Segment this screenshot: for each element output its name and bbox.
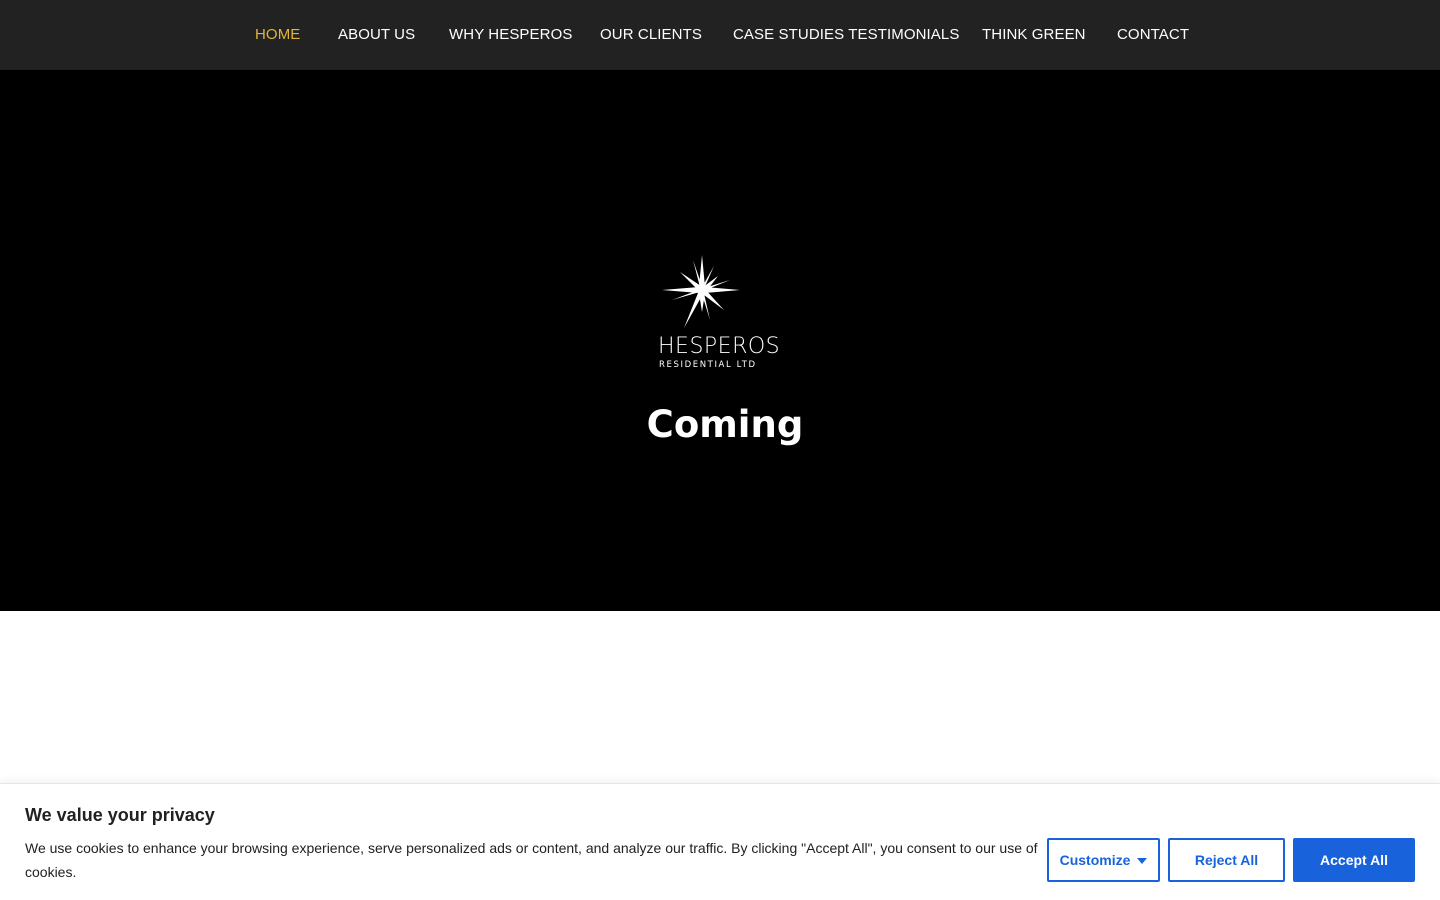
cookie-description: We use cookies to enhance your browsing … xyxy=(25,840,1038,880)
customize-button[interactable]: Customize xyxy=(1047,838,1160,882)
customize-button-label: Customize xyxy=(1059,852,1131,868)
nav-item-case-studies-testimonials[interactable]: CASE STUDIES TESTIMONIALS xyxy=(733,25,959,45)
nav-item-home[interactable]: HOME xyxy=(255,25,300,45)
cookie-consent-banner: We value your privacy We use cookies to … xyxy=(0,783,1440,900)
hero-section: HESPEROS RESIDENTIAL LTD Coming xyxy=(0,70,1440,611)
cookie-title: We value your privacy xyxy=(25,805,215,825)
star-burst-icon xyxy=(662,255,740,328)
nav-item-about-us[interactable]: ABOUT US xyxy=(338,25,415,45)
caret-down-icon xyxy=(1137,858,1148,864)
nav-item-contact[interactable]: CONTACT xyxy=(1117,25,1189,45)
nav-item-our-clients[interactable]: OUR CLIENTS xyxy=(600,25,702,45)
hero-title: Coming xyxy=(646,403,804,446)
accept-all-button[interactable]: Accept All xyxy=(1293,838,1415,882)
top-navigation: HOME ABOUT US WHY HESPEROS OUR CLIENTS C… xyxy=(0,0,1440,70)
nav-item-think-green[interactable]: THINK GREEN xyxy=(982,25,1086,45)
nav-item-why-hesperos[interactable]: WHY HESPEROS xyxy=(449,25,572,45)
logo-subtitle: RESIDENTIAL LTD xyxy=(659,360,757,370)
reject-all-button[interactable]: Reject All xyxy=(1168,838,1285,882)
logo-wordmark: HESPEROS xyxy=(658,334,781,359)
